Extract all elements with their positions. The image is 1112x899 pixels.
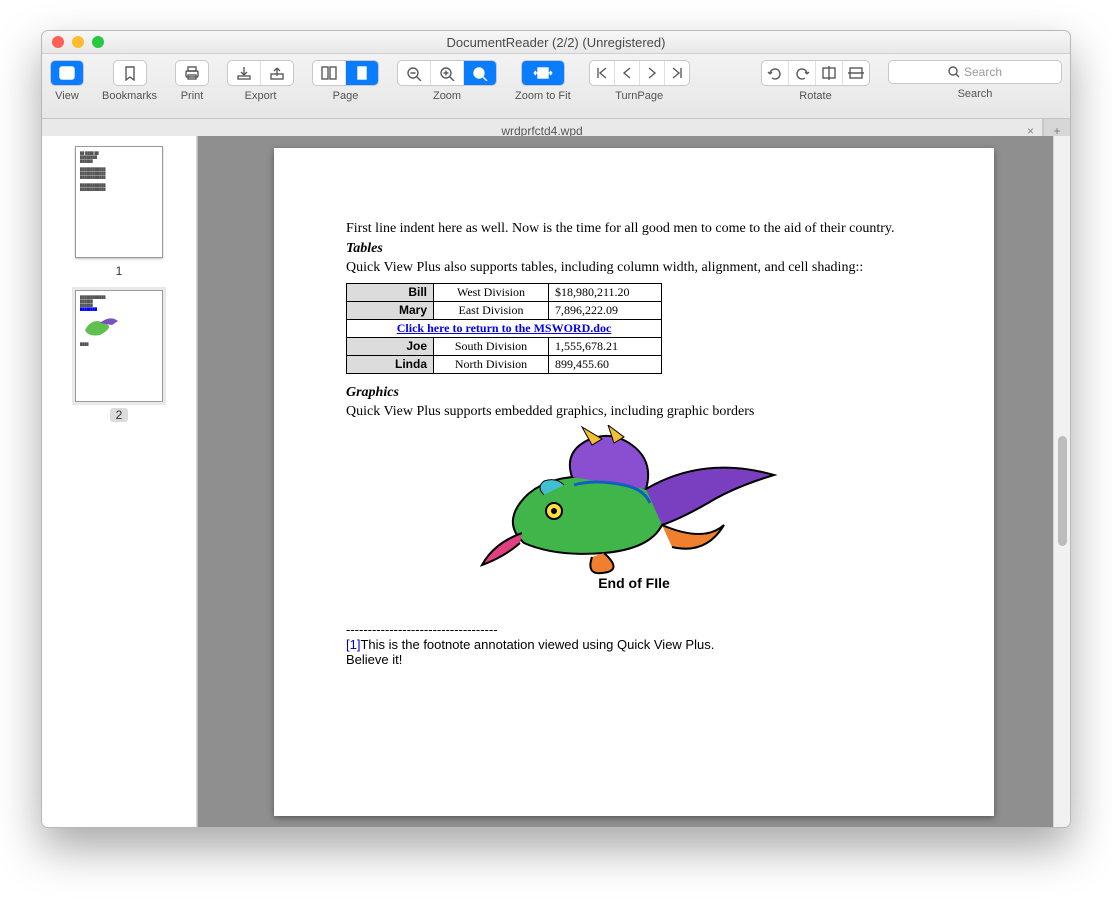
table-row: Joe South Division 1,555,678.21 — [347, 337, 662, 355]
zoom-out-icon — [405, 65, 423, 81]
next-page-button[interactable] — [640, 61, 665, 85]
page-label: Page — [333, 90, 359, 102]
app-window: DocumentReader (2/2) (Unregistered) View… — [41, 30, 1071, 828]
thumb-2-label: 2 — [110, 408, 129, 422]
fit-width-icon — [530, 65, 556, 81]
content-area: ██ ████ ████████████████████████████████… — [42, 136, 1070, 827]
last-page-button[interactable] — [665, 61, 689, 85]
bookmark-icon — [121, 65, 139, 81]
body-text: Quick View Plus supports embedded graphi… — [346, 403, 922, 421]
zoomfit-group: Zoom to Fit — [515, 60, 571, 102]
bookmarks-button[interactable] — [114, 61, 146, 85]
body-text: First line indent here as well. Now is t… — [346, 220, 922, 238]
rotate-label: Rotate — [799, 90, 831, 102]
export-save-button[interactable] — [228, 61, 261, 85]
print-label: Print — [181, 90, 204, 102]
page-2: First line indent here as well. Now is t… — [274, 148, 994, 816]
table-row: Linda North Division 899,455.60 — [347, 355, 662, 373]
table-row: Mary East Division 7,896,222.09 — [347, 301, 662, 319]
magnifier-icon — [471, 65, 489, 81]
zoom-label: Zoom — [433, 90, 461, 102]
footnote-text: This is the footnote annotation viewed u… — [360, 637, 714, 652]
bookmarks-group: Bookmarks — [102, 60, 157, 102]
turnpage-group: TurnPage — [589, 60, 690, 102]
view-label: View — [55, 90, 79, 102]
tables-heading: Tables — [346, 240, 922, 258]
page-single-button[interactable] — [346, 61, 378, 85]
document-viewer[interactable]: First line indent here as well. Now is t… — [197, 136, 1070, 827]
turnpage-label: TurnPage — [615, 90, 663, 102]
sample-table: Bill West Division $18,980,211.20 Mary E… — [346, 283, 662, 374]
share-icon — [268, 65, 286, 81]
table-row: Bill West Division $18,980,211.20 — [347, 283, 662, 301]
msword-link[interactable]: Click here to return to the MSWORD.doc — [347, 319, 662, 337]
rotate-cw-icon — [793, 65, 811, 81]
zoom-group: Zoom — [397, 60, 497, 102]
zoom-out-button[interactable] — [398, 61, 431, 85]
download-icon — [235, 65, 253, 81]
minimize-window-button[interactable] — [72, 36, 84, 48]
thumb-1-wrap[interactable]: ██ ████ ████████████████████████████████… — [42, 146, 196, 278]
rotate-ccw-button[interactable] — [762, 61, 789, 85]
search-group: Search Search — [888, 60, 1062, 100]
footnote-text: Believe it! — [346, 652, 922, 667]
print-group: Print — [175, 60, 209, 102]
printer-icon — [183, 65, 201, 81]
last-icon — [668, 65, 686, 81]
view-group: View — [50, 60, 84, 102]
footnote-ref: [1] — [346, 637, 360, 652]
bookmarks-label: Bookmarks — [102, 90, 157, 102]
zoom-in-icon — [438, 65, 456, 81]
rotate-cw-button[interactable] — [789, 61, 816, 85]
close-window-button[interactable] — [52, 36, 64, 48]
thumb-2-wrap[interactable]: ████████████████████████████████████ 2 — [42, 290, 196, 422]
flip-v-button[interactable] — [843, 61, 869, 85]
first-icon — [593, 65, 611, 81]
zoom-in-button[interactable] — [431, 61, 464, 85]
next-icon — [643, 65, 661, 81]
zoom-to-fit-button[interactable] — [522, 61, 564, 85]
flip-h-button[interactable] — [816, 61, 843, 85]
table-link-row: Click here to return to the MSWORD.doc — [347, 319, 662, 337]
dragon-graphic — [474, 425, 794, 575]
footnote-block: ----------------------------------- [1]T… — [346, 622, 922, 667]
footnote-rule: ----------------------------------- — [346, 622, 922, 637]
titlebar: DocumentReader (2/2) (Unregistered) — [42, 31, 1070, 54]
thumbnail-1[interactable]: ██ ████ ████████████████████████████████… — [75, 146, 163, 258]
zoom-actual-button[interactable] — [464, 61, 496, 85]
search-label: Search — [958, 88, 993, 100]
body-text: Quick View Plus also supports tables, in… — [346, 259, 922, 277]
flip-v-icon — [847, 65, 865, 81]
flip-h-icon — [820, 65, 838, 81]
prev-page-button[interactable] — [615, 61, 640, 85]
rotate-group: Rotate — [761, 60, 870, 102]
thumb-1-label: 1 — [116, 264, 123, 278]
thumbnail-2[interactable]: ████████████████████████████████████ — [75, 290, 163, 402]
export-share-button[interactable] — [261, 61, 293, 85]
toolbar: View Bookmarks Print — [42, 54, 1070, 119]
print-button[interactable] — [176, 61, 208, 85]
export-label: Export — [245, 90, 277, 102]
zoom-window-button[interactable] — [92, 36, 104, 48]
search-input[interactable]: Search — [888, 60, 1062, 84]
vertical-scrollbar-thumb[interactable] — [1058, 436, 1067, 546]
first-page-button[interactable] — [590, 61, 615, 85]
page-group: Page — [312, 60, 379, 102]
search-placeholder: Search — [964, 65, 1002, 79]
sidebar-icon — [58, 65, 76, 81]
traffic-lights — [42, 36, 104, 48]
two-page-icon — [320, 65, 338, 81]
rotate-ccw-icon — [766, 65, 784, 81]
page-facing-button[interactable] — [313, 61, 346, 85]
single-page-icon — [353, 65, 371, 81]
export-group: Export — [227, 60, 294, 102]
window-title: DocumentReader (2/2) (Unregistered) — [42, 35, 1070, 50]
view-button[interactable] — [51, 61, 83, 85]
thumbnail-sidebar[interactable]: ██ ████ ████████████████████████████████… — [42, 136, 197, 827]
prev-icon — [618, 65, 636, 81]
end-of-file: End of FIle — [346, 575, 922, 593]
search-icon — [948, 66, 960, 78]
graphics-heading: Graphics — [346, 384, 922, 402]
zoomfit-label: Zoom to Fit — [515, 90, 571, 102]
